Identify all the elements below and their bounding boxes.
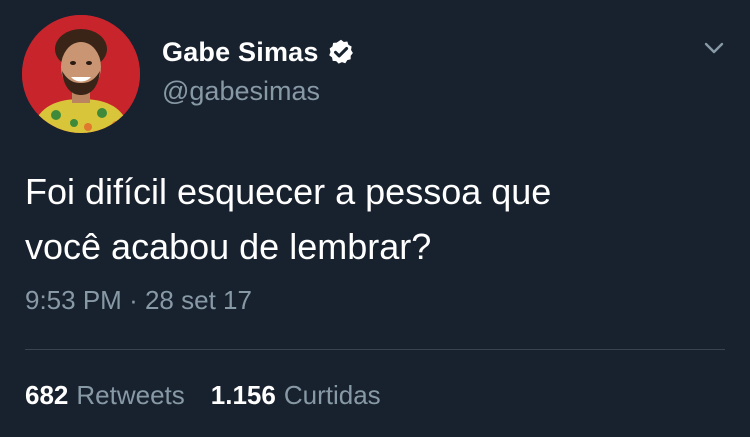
author-info: Gabe Simas @gabesimas — [162, 34, 355, 107]
chevron-down-icon[interactable] — [700, 34, 728, 62]
likes-stat[interactable]: 1.156 Curtidas — [211, 380, 381, 411]
tweet-date: 28 set 17 — [144, 285, 252, 315]
tweet-stats: 682 Retweets 1.156 Curtidas — [25, 380, 407, 411]
tweet-timestamp[interactable]: 9:53 PM · 28 set 17 — [25, 285, 252, 316]
tweet-card: Gabe Simas @gabesimas Foi difícil esquec… — [0, 0, 750, 437]
retweets-count: 682 — [25, 380, 69, 410]
username-handle[interactable]: @gabesimas — [162, 76, 355, 107]
likes-label: Curtidas — [283, 380, 381, 410]
avatar[interactable] — [22, 15, 140, 133]
tweet-text-line: você acabou de lembrar? — [25, 226, 432, 267]
tweet-time: 9:53 PM — [25, 285, 122, 315]
timestamp-separator: · — [129, 285, 138, 315]
avatar-photo — [22, 15, 140, 133]
verified-badge-icon — [328, 39, 353, 64]
tweet-text-line: Foi difícil esquecer a pessoa que — [25, 171, 552, 212]
retweets-stat[interactable]: 682 Retweets — [25, 380, 185, 411]
display-name[interactable]: Gabe Simas — [162, 37, 319, 68]
divider — [25, 349, 725, 350]
tweet-text: Foi difícil esquecer a pessoa que você a… — [25, 164, 725, 274]
likes-count: 1.156 — [210, 380, 276, 410]
retweets-label: Retweets — [76, 380, 185, 410]
display-name-row: Gabe Simas — [162, 34, 355, 70]
